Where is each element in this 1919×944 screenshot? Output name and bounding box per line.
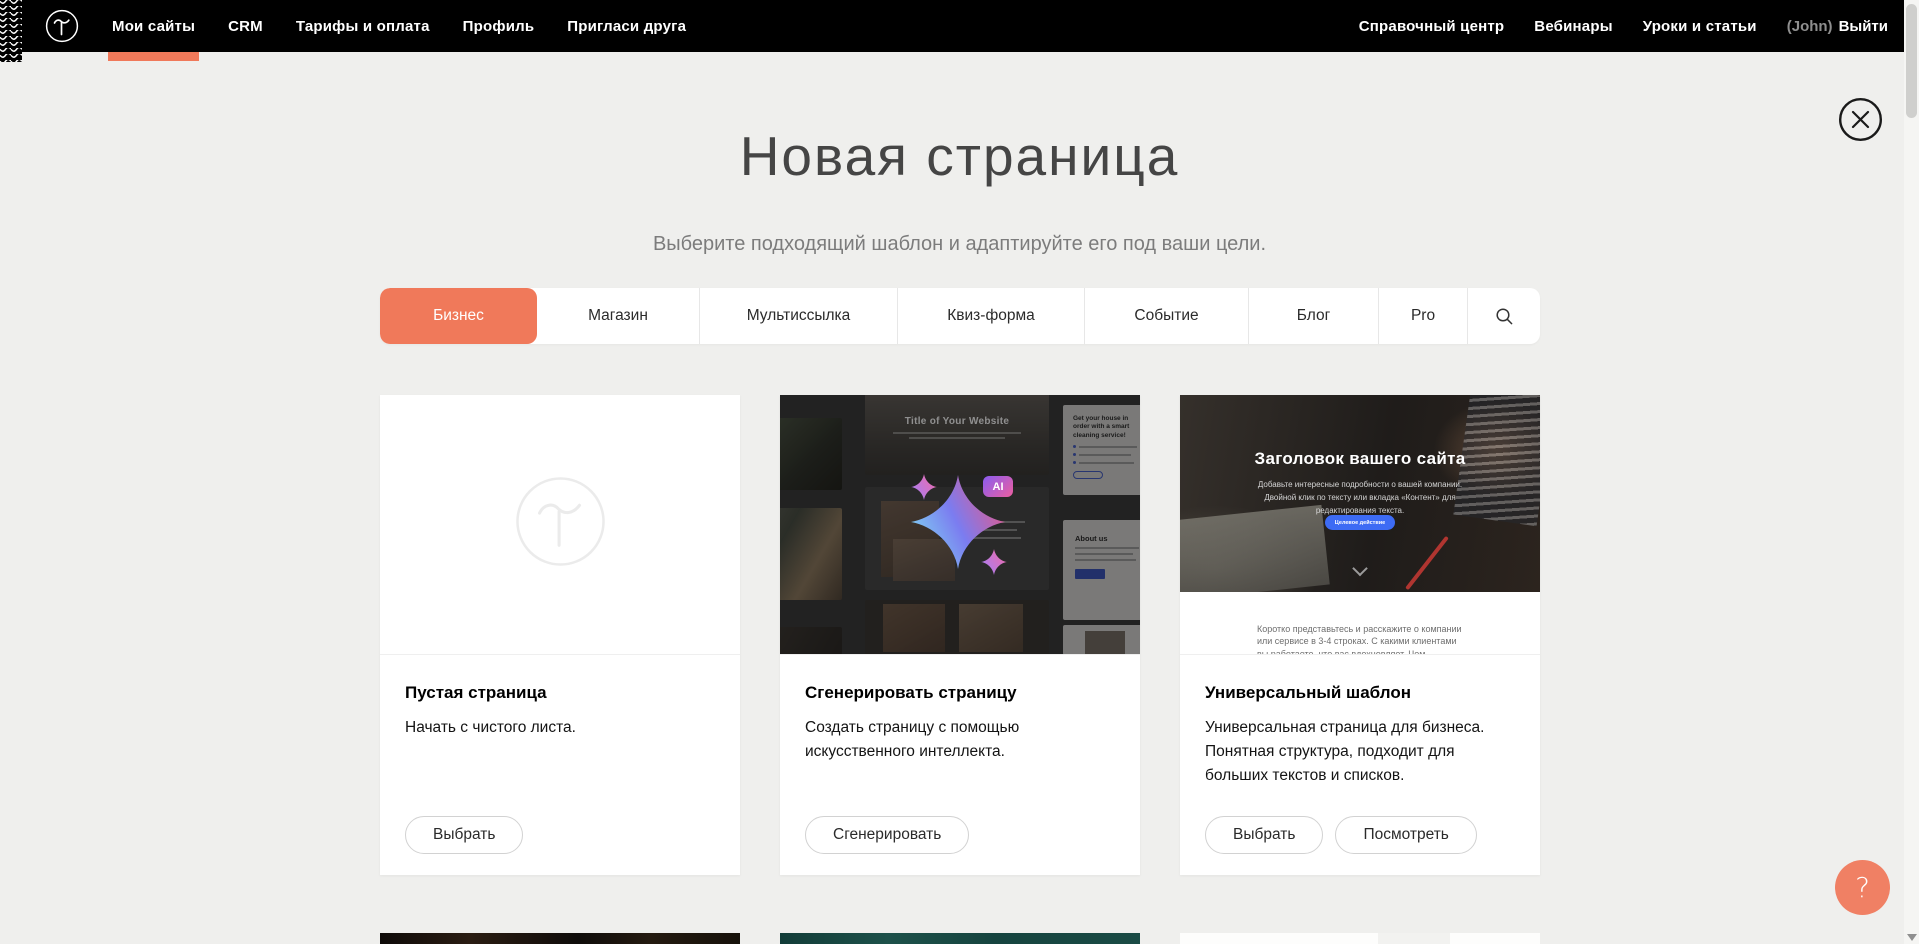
card-text-block: Пустая страница Начать с чистого листа. bbox=[380, 655, 740, 740]
card-description: Начать с чистого листа. bbox=[405, 716, 705, 740]
tab-event[interactable]: Событие bbox=[1084, 288, 1248, 344]
view-button[interactable]: Посмотреть bbox=[1335, 816, 1476, 854]
card-description: Универсальная страница для бизнеса. Поня… bbox=[1205, 716, 1505, 788]
select-button[interactable]: Выбрать bbox=[1205, 816, 1323, 854]
nav-my-sites[interactable]: Мои сайты bbox=[112, 0, 195, 52]
main-menu: Мои сайты CRM Тарифы и оплата Профиль Пр… bbox=[112, 0, 686, 52]
card-text-block: Сгенерировать страницу Создать страницу … bbox=[780, 655, 1140, 764]
nav-webinars[interactable]: Вебинары bbox=[1534, 0, 1612, 52]
user-name: (John) bbox=[1787, 18, 1833, 35]
user-chunk: (John) Выйти bbox=[1787, 0, 1888, 52]
template-hero-title: Заголовок вашего сайта bbox=[1180, 449, 1540, 469]
template-preview: Заголовок вашего сайта Добавьте интересн… bbox=[1180, 395, 1540, 655]
next-cards-row-partial bbox=[380, 933, 1540, 944]
nav-help-center[interactable]: Справочный центр bbox=[1359, 0, 1505, 52]
tab-blog[interactable]: Блог bbox=[1248, 288, 1378, 344]
generate-button[interactable]: Сгенерировать bbox=[805, 816, 969, 854]
card-ai-generate: Title of Your Website Get your house bbox=[780, 395, 1140, 875]
pen-decoration bbox=[1405, 536, 1449, 590]
chevron-down-icon bbox=[1352, 561, 1368, 577]
template-hero: Заголовок вашего сайта Добавьте интересн… bbox=[1180, 395, 1540, 592]
scrollbar bbox=[1904, 0, 1919, 944]
card-title: Пустая страница bbox=[405, 683, 715, 703]
laptop-decoration bbox=[1180, 505, 1330, 592]
tilda-logo[interactable] bbox=[45, 9, 79, 43]
page-title: Новая страница bbox=[0, 124, 1919, 188]
scrollbar-thumb[interactable] bbox=[1906, 4, 1917, 118]
card-buttons: Сгенерировать bbox=[805, 816, 969, 854]
template-cards-row: Пустая страница Начать с чистого листа. … bbox=[380, 395, 1540, 875]
card-buttons: Выбрать Посмотреть bbox=[1205, 816, 1477, 854]
page-subtitle: Выберите подходящий шаблон и адаптируйте… bbox=[0, 233, 1919, 256]
template-body-text: Коротко представьтесь и расскажите о ком… bbox=[1257, 623, 1463, 655]
nav-profile[interactable]: Профиль bbox=[463, 0, 535, 52]
partial-card-image bbox=[780, 933, 1140, 944]
close-button[interactable] bbox=[1838, 97, 1883, 142]
search-icon bbox=[1495, 307, 1514, 326]
nav-tariffs[interactable]: Тарифы и оплата bbox=[296, 0, 430, 52]
tilda-watermark-icon bbox=[513, 474, 608, 574]
ai-badge: AI bbox=[983, 476, 1013, 497]
template-hero-subtitle: Добавьте интересные подробности о вашей … bbox=[1244, 479, 1476, 517]
blank-page-preview bbox=[380, 395, 740, 655]
logout-link[interactable]: Выйти bbox=[1839, 18, 1888, 35]
help-button[interactable]: ? bbox=[1835, 860, 1890, 915]
card-title: Сгенерировать страницу bbox=[805, 683, 1115, 703]
card-title: Универсальный шаблон bbox=[1205, 683, 1515, 703]
tab-quiz-form[interactable]: Квиз-форма bbox=[897, 288, 1084, 344]
partial-card-image bbox=[380, 933, 740, 944]
card-blank-page: Пустая страница Начать с чистого листа. … bbox=[380, 395, 740, 875]
top-navigation-bar: Мои сайты CRM Тарифы и оплата Профиль Пр… bbox=[0, 0, 1919, 52]
page: Мои сайты CRM Тарифы и оплата Профиль Пр… bbox=[0, 0, 1919, 944]
tab-pro[interactable]: Pro bbox=[1378, 288, 1467, 344]
card-buttons: Выбрать bbox=[405, 816, 523, 854]
nav-lessons[interactable]: Уроки и статьи bbox=[1643, 0, 1757, 52]
nav-invite-friend[interactable]: Пригласи друга bbox=[567, 0, 686, 52]
zigzag-ribbon-decoration bbox=[0, 0, 22, 62]
partial-card-image bbox=[1180, 933, 1540, 944]
tab-search[interactable] bbox=[1467, 288, 1540, 344]
card-universal-template: Заголовок вашего сайта Добавьте интересн… bbox=[1180, 395, 1540, 875]
tab-shop[interactable]: Магазин bbox=[537, 288, 699, 344]
template-body-section: Коротко представьтесь и расскажите о ком… bbox=[1180, 592, 1540, 655]
ai-collage-preview: Title of Your Website Get your house bbox=[780, 395, 1140, 655]
tab-business[interactable]: Бизнес bbox=[380, 288, 537, 344]
nav-crm[interactable]: CRM bbox=[228, 0, 263, 52]
tilda-logo-icon bbox=[45, 9, 79, 43]
card-description: Создать страницу с помощью искусственног… bbox=[805, 716, 1105, 764]
scrollbar-down-arrow[interactable] bbox=[1907, 934, 1917, 941]
select-button[interactable]: Выбрать bbox=[405, 816, 523, 854]
secondary-menu: Справочный центр Вебинары Уроки и статьи… bbox=[1359, 0, 1888, 52]
close-icon bbox=[1838, 97, 1883, 142]
template-category-tabs: Бизнес Магазин Мультиссылка Квиз-форма С… bbox=[380, 288, 1540, 344]
template-cta-button: Целевое действие bbox=[1325, 515, 1395, 530]
tab-multilink[interactable]: Мультиссылка bbox=[699, 288, 897, 344]
card-text-block: Универсальный шаблон Универсальная стран… bbox=[1180, 655, 1540, 788]
